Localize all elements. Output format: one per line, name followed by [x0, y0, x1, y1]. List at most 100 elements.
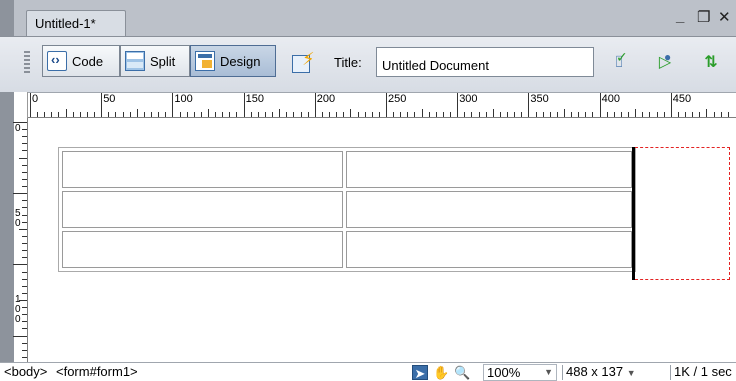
layout-table[interactable]	[58, 147, 636, 272]
design-canvas[interactable]	[29, 119, 736, 362]
panel-gutter	[0, 92, 14, 362]
ruler-tick	[542, 112, 544, 117]
ruler-tick	[371, 112, 373, 117]
ruler-label: 100	[174, 93, 193, 105]
ruler-tick	[350, 109, 352, 117]
ruler-tick	[336, 112, 338, 117]
ruler-tick	[200, 112, 202, 117]
ruler-label: 0	[32, 93, 39, 105]
window-size-menu[interactable]: 488 x 137 ▼	[566, 364, 636, 379]
ruler-tick	[628, 112, 630, 117]
ruler-tick	[571, 112, 573, 117]
ruler-tick	[720, 112, 722, 117]
ruler-tick	[599, 93, 601, 117]
zoom-select[interactable]: 100% ▼	[483, 364, 557, 381]
form-outline[interactable]	[635, 147, 730, 280]
preview-in-browser-icon[interactable]: ▷ ●	[652, 50, 678, 75]
toolbar-grip-icon[interactable]	[24, 51, 30, 75]
ruler-tick	[663, 112, 665, 117]
ruler-tick	[186, 112, 188, 117]
ruler-tick	[592, 112, 594, 117]
ruler-tick	[357, 112, 359, 117]
document-tab-label: Untitled-1*	[35, 16, 96, 31]
vertical-ruler[interactable]: 0 5 0 1 0 0	[13, 118, 28, 362]
minimize-icon[interactable]: _	[676, 8, 684, 25]
ruler-label: 1 0 0	[15, 293, 21, 325]
ruler-label: 350	[530, 93, 549, 105]
ruler-tick	[151, 112, 153, 117]
ruler-tick	[13, 264, 27, 266]
ruler-label: 150	[245, 93, 264, 105]
ruler-tick	[108, 112, 110, 117]
ruler-tick	[414, 112, 416, 117]
ruler-tick	[179, 112, 181, 117]
table-cell[interactable]	[346, 191, 632, 228]
ruler-tick	[329, 112, 331, 117]
table-cell[interactable]	[62, 231, 344, 268]
ruler-tick	[79, 112, 81, 117]
ruler-tick	[193, 112, 195, 117]
pointer-tool-icon[interactable]: ➤	[412, 365, 428, 381]
tag-selector-form[interactable]: <form#form1>	[56, 364, 138, 379]
ruler-tick	[158, 112, 160, 117]
ruler-label: 200	[316, 93, 336, 105]
ruler-tick	[514, 112, 516, 117]
status-bar: <body> <form#form1> ➤ ✋ 🔍 100% ▼ 488 x 1…	[0, 362, 736, 381]
restore-icon[interactable]: ❐	[697, 8, 710, 26]
zoom-tool-icon[interactable]: 🔍	[454, 365, 470, 380]
ruler-tick	[72, 112, 74, 117]
status-divider	[670, 365, 671, 380]
table-row	[62, 231, 632, 268]
ruler-tick	[293, 112, 295, 117]
ruler-tick	[229, 112, 231, 117]
ruler-tick	[727, 112, 729, 117]
code-view-button[interactable]: Code	[42, 45, 120, 77]
ruler-tick	[407, 112, 409, 117]
ruler-tick	[44, 112, 46, 117]
ruler-tick	[30, 93, 31, 117]
split-view-button[interactable]: Split	[120, 45, 190, 77]
refresh-design-view-button[interactable]: ⚡	[292, 49, 316, 75]
document-toolbar: Code Split Design ⚡ Title: ⌷✓ ▷● ⇅	[0, 36, 736, 92]
ruler-tick	[13, 193, 27, 195]
close-icon[interactable]: ✕	[718, 8, 731, 26]
tag-selector-body[interactable]: <body>	[4, 364, 47, 379]
ruler-tick	[165, 112, 167, 117]
validate-markup-icon[interactable]: ⌷ ✓	[606, 49, 632, 75]
design-view-button[interactable]: Design	[190, 45, 276, 77]
table-cell[interactable]	[62, 191, 344, 228]
ruler-tick	[656, 112, 658, 117]
design-view-icon	[195, 51, 215, 71]
file-transfer-icon[interactable]: ⇅	[698, 51, 724, 75]
table-cell[interactable]	[62, 151, 344, 188]
ruler-tick	[685, 112, 687, 117]
ruler-tick	[257, 112, 259, 117]
ruler-tick	[65, 109, 67, 117]
ruler-tick	[564, 109, 565, 117]
table-cell[interactable]	[346, 151, 632, 188]
ruler-origin[interactable]	[14, 92, 28, 118]
ruler-tick	[578, 112, 580, 117]
ruler-tick	[428, 112, 430, 117]
table-row	[62, 191, 632, 228]
document-tab[interactable]: Untitled-1*	[26, 10, 126, 37]
ruler-tick	[549, 112, 551, 117]
ruler-tick	[478, 112, 480, 117]
ruler-tick	[22, 136, 27, 138]
ruler-tick	[172, 93, 174, 117]
ruler-tick	[400, 112, 402, 117]
ruler-tick	[677, 112, 679, 117]
ruler-tick	[22, 285, 27, 287]
table-cell[interactable]	[346, 231, 632, 268]
ruler-tick	[264, 112, 266, 117]
ruler-tick	[556, 112, 558, 117]
ruler-tick	[22, 186, 27, 188]
ruler-label: 450	[672, 93, 692, 105]
horizontal-ruler[interactable]: 0 50 100 150 200 250 300 350 400 450	[14, 92, 736, 118]
ruler-tick	[300, 112, 302, 117]
ruler-tick	[19, 157, 27, 159]
hand-tool-icon[interactable]: ✋	[433, 365, 449, 380]
ruler-tick	[86, 112, 88, 117]
ruler-tick	[307, 112, 309, 117]
document-title-input[interactable]	[376, 47, 594, 77]
